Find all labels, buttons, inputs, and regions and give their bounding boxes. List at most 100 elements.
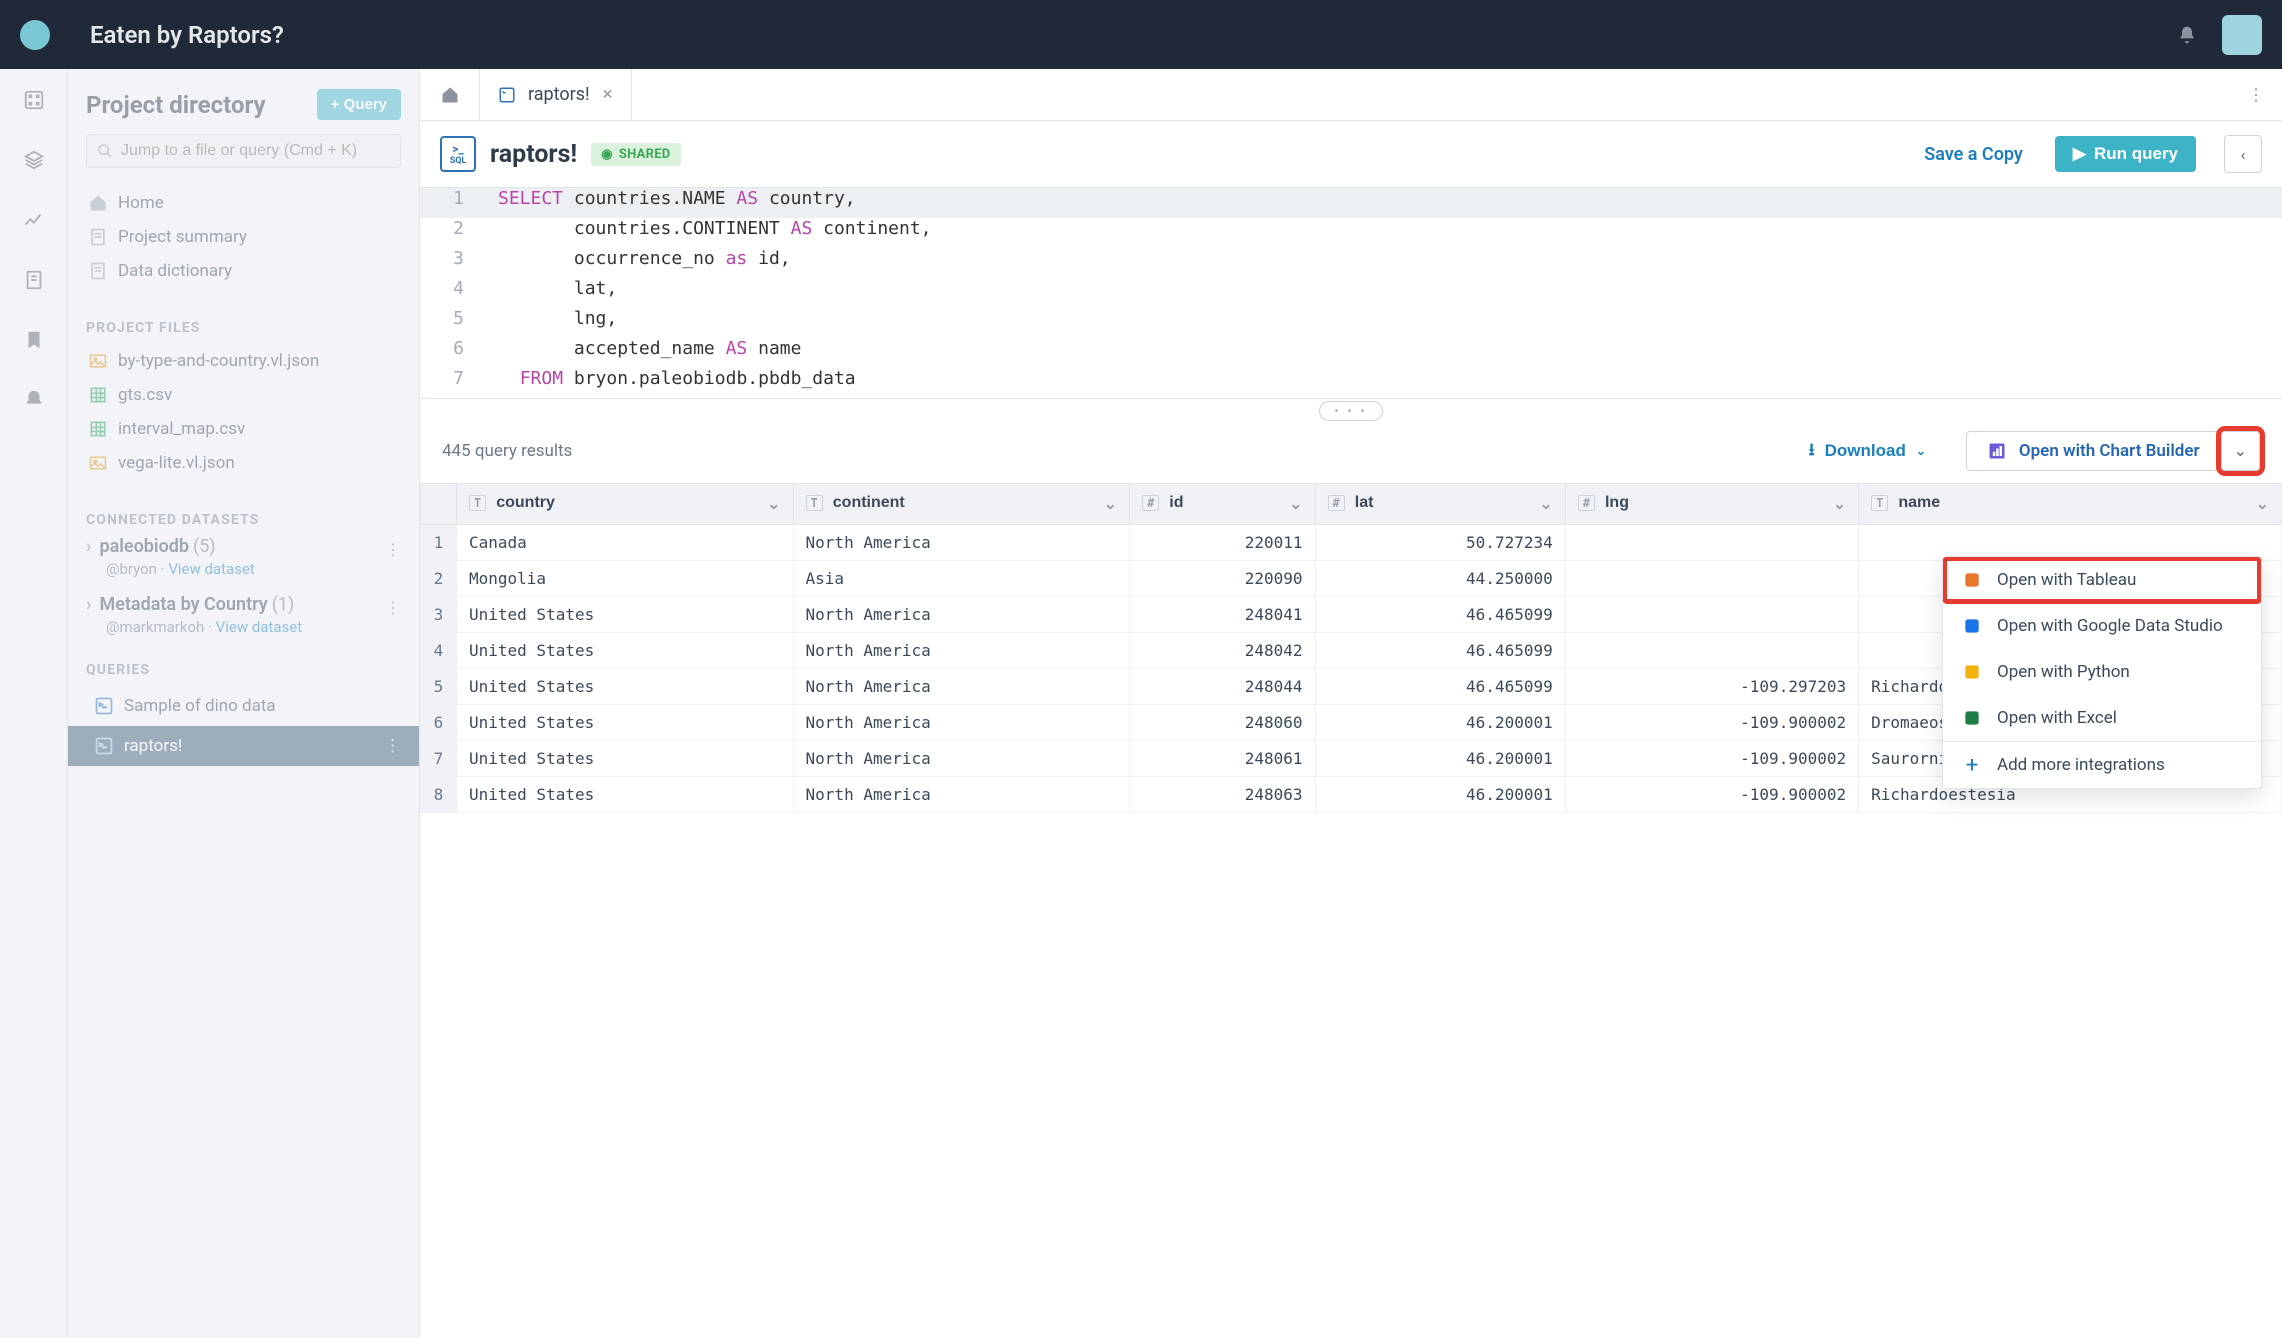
file-item[interactable]: gts.csv (86, 378, 401, 412)
dataset-item: ›paleobiodb (5)@bryon · View dataset⋮ (86, 536, 401, 578)
globe-icon: ◉ (601, 147, 613, 162)
new-query-button[interactable]: + Query (317, 89, 401, 120)
chart-icon (1987, 441, 2007, 461)
bell-icon[interactable] (2177, 25, 2197, 45)
file-item[interactable]: interval_map.csv (86, 412, 401, 446)
rail-doc-icon[interactable] (23, 269, 45, 291)
file-icon (88, 351, 108, 371)
rail-notify-icon[interactable] (23, 389, 45, 411)
chevron-right-icon: › (86, 594, 91, 615)
chevron-down-icon[interactable]: ⌄ (767, 494, 780, 514)
tab-menu-icon[interactable]: ⋮ (2248, 85, 2264, 104)
chevron-right-icon: › (86, 536, 91, 557)
section-queries: QUERIES (86, 662, 401, 678)
sql-badge-icon: >_SQL (440, 136, 476, 172)
tab-home-icon[interactable] (420, 69, 480, 120)
integration-icon (1961, 707, 1983, 729)
type-icon: T (806, 495, 823, 511)
dropdown-item[interactable]: Open with Excel (1943, 695, 2261, 741)
nav-summary[interactable]: Project summary (86, 220, 401, 254)
open-with-dropdown-button[interactable]: ⌄ (2221, 431, 2260, 471)
code-line[interactable]: 1SELECT countries.NAME AS country, (420, 188, 2282, 218)
icon-rail (0, 69, 68, 1338)
type-icon: # (1328, 495, 1345, 511)
dropdown-item[interactable]: Open with Google Data Studio (1943, 603, 2261, 649)
rail-project-icon[interactable] (23, 89, 45, 111)
dataset-item: ›Metadata by Country (1)@markmarkoh · Vi… (86, 594, 401, 636)
nav-dict[interactable]: Data dictionary (86, 254, 401, 288)
chevron-down-icon[interactable]: ⌄ (1539, 494, 1552, 514)
search-input[interactable] (121, 142, 390, 160)
chevron-down-icon: ⌄ (2234, 441, 2247, 460)
tab-raptors[interactable]: raptors! ✕ (480, 69, 632, 120)
query-more-icon[interactable]: ⋮ (384, 736, 401, 756)
dropdown-item[interactable]: Open with Tableau (1943, 557, 2261, 603)
add-integrations-button[interactable]: +Add more integrations (1943, 742, 2261, 788)
tab-bar: raptors! ✕ ⋮ (420, 69, 2282, 121)
rail-bookmark-icon[interactable] (23, 329, 45, 351)
code-line[interactable]: 6 accepted_name AS name (420, 338, 2282, 368)
dataset-toggle[interactable]: ›Metadata by Country (1) (86, 594, 401, 615)
column-header[interactable]: Tcountry⌄ (457, 484, 794, 525)
collapse-button[interactable]: ‹ (2224, 135, 2262, 173)
query-item[interactable]: >_raptors!⋮ (68, 726, 419, 766)
dataset-more-icon[interactable]: ⋮ (385, 598, 401, 617)
view-dataset-link[interactable]: View dataset (168, 560, 254, 578)
topbar: Eaten by Raptors? (0, 0, 2282, 69)
run-query-button[interactable]: ▶Run query (2055, 136, 2196, 172)
svg-text:>_: >_ (99, 740, 107, 749)
chevron-left-icon: ‹ (2241, 145, 2246, 164)
file-item[interactable]: by-type-and-country.vl.json (86, 344, 401, 378)
editor-title: raptors! (490, 140, 577, 169)
doc-icon (88, 227, 108, 247)
code-line[interactable]: 3 occurrence_no as id, (420, 248, 2282, 278)
row-number-header (421, 484, 457, 525)
results-count: 445 query results (442, 441, 572, 461)
column-header[interactable]: Tcontinent⌄ (793, 484, 1130, 525)
code-line[interactable]: 7 FROM bryon.paleobiodb.pbdb_data (420, 368, 2282, 398)
doc-icon (88, 261, 108, 281)
section-datasets: CONNECTED DATASETS (86, 512, 401, 528)
rail-layers-icon[interactable] (23, 149, 45, 171)
chevron-down-icon[interactable]: ⌄ (1833, 494, 1846, 514)
app-logo[interactable] (20, 20, 50, 50)
dataset-toggle[interactable]: ›paleobiodb (5) (86, 536, 401, 557)
integration-icon (1961, 615, 1983, 637)
code-editor[interactable]: 1SELECT countries.NAME AS country,2 coun… (420, 188, 2282, 399)
query-item[interactable]: >_Sample of dino data (86, 686, 401, 726)
search-input-wrap[interactable] (86, 134, 401, 168)
resize-handle[interactable]: • • • (1319, 401, 1382, 421)
page-title: Eaten by Raptors? (90, 21, 284, 49)
column-header[interactable]: #id⌄ (1130, 484, 1315, 525)
home-icon (88, 193, 108, 213)
view-dataset-link[interactable]: View dataset (216, 618, 302, 636)
code-line[interactable]: 4 lat, (420, 278, 2282, 308)
chevron-down-icon[interactable]: ⌄ (2256, 494, 2269, 514)
play-icon: ▶ (2073, 144, 2086, 164)
file-icon (88, 385, 108, 405)
code-line[interactable]: 2 countries.CONTINENT AS continent, (420, 218, 2282, 248)
column-header[interactable]: #lng⌄ (1565, 484, 1858, 525)
chevron-down-icon[interactable]: ⌄ (1104, 494, 1117, 514)
shared-badge: ◉SHARED (591, 143, 680, 166)
download-icon: ⭳ (1809, 437, 1815, 466)
code-line[interactable]: 5 lng, (420, 308, 2282, 338)
open-chart-builder-button[interactable]: Open with Chart Builder (1966, 431, 2221, 471)
avatar[interactable] (2222, 15, 2262, 55)
file-label: interval_map.csv (118, 419, 245, 439)
type-icon: T (469, 495, 486, 511)
file-item[interactable]: vega-lite.vl.json (86, 446, 401, 480)
sql-icon: >_ (94, 696, 114, 716)
file-icon (88, 419, 108, 439)
dataset-more-icon[interactable]: ⋮ (385, 540, 401, 559)
svg-text:>_: >_ (99, 700, 107, 709)
chevron-down-icon[interactable]: ⌄ (1289, 494, 1302, 514)
dropdown-item[interactable]: Open with Python (1943, 649, 2261, 695)
close-icon[interactable]: ✕ (602, 87, 614, 103)
save-copy-button[interactable]: Save a Copy (1924, 144, 2023, 165)
download-button[interactable]: ⭳Download⌄ (1809, 437, 1926, 466)
column-header[interactable]: #lat⌄ (1315, 484, 1565, 525)
nav-home[interactable]: Home (86, 186, 401, 220)
column-header[interactable]: Tname⌄ (1859, 484, 2282, 525)
rail-chart-icon[interactable] (23, 209, 45, 231)
